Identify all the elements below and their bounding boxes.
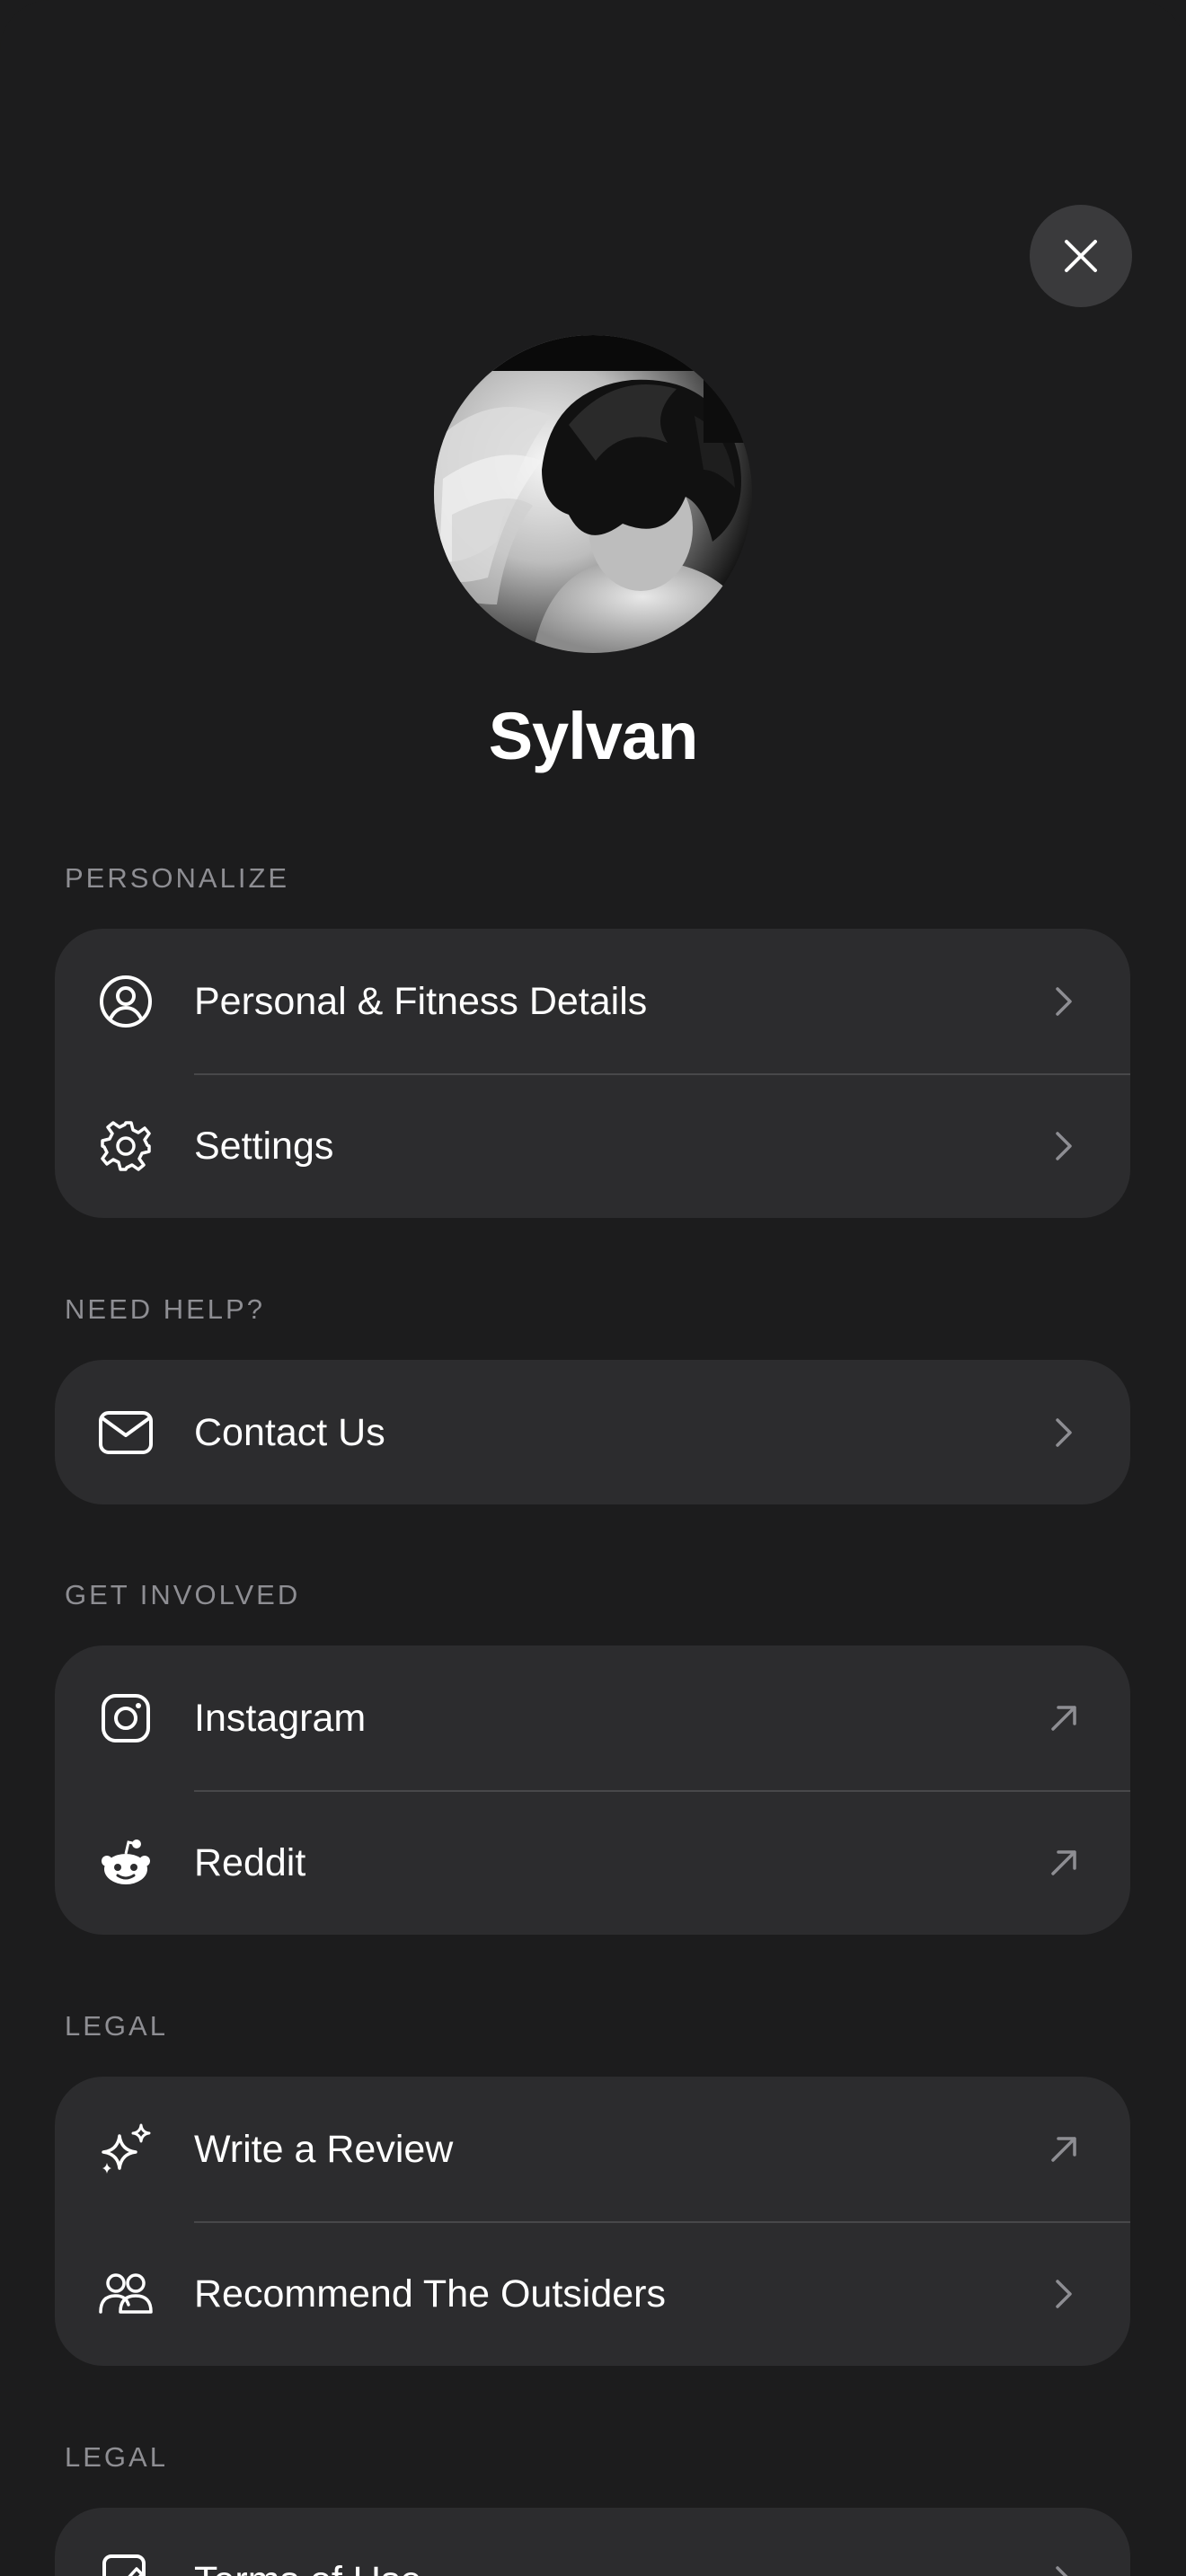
legal-card: Write a Review Recommend The Outsiders (55, 2077, 1130, 2366)
section-label-personalize: PERSONALIZE (65, 862, 290, 894)
recommend-row[interactable]: Recommend The Outsiders (55, 2221, 1130, 2366)
person-circle-icon (96, 972, 155, 1031)
row-label: Terms of Use (194, 2555, 421, 2576)
section-label-get-involved: GET INVOLVED (65, 1579, 301, 1610)
reddit-row[interactable]: Reddit (55, 1790, 1130, 1935)
external-arrow-icon (1048, 1847, 1080, 1879)
row-label: Instagram (194, 1696, 367, 1740)
external-arrow-icon (1048, 1702, 1080, 1734)
personalize-card: Personal & Fitness Details Settings (55, 929, 1130, 1218)
gear-icon (96, 1116, 155, 1176)
chevron-right-icon (1048, 2278, 1080, 2310)
chevron-right-icon (1048, 985, 1080, 1018)
avatar-image (434, 335, 752, 653)
get-involved-card: Instagram Reddit (55, 1645, 1130, 1935)
close-button[interactable] (1030, 205, 1132, 307)
chevron-right-icon (1048, 1416, 1080, 1449)
section-label-need-help: NEED HELP? (65, 1293, 265, 1325)
instagram-icon (96, 1689, 155, 1748)
write-review-row[interactable]: Write a Review (55, 2077, 1130, 2221)
row-label: Personal & Fitness Details (194, 979, 648, 1023)
people-icon (96, 2264, 155, 2324)
external-arrow-icon (1048, 2133, 1080, 2166)
envelope-icon (96, 1403, 155, 1462)
instagram-row[interactable]: Instagram (55, 1645, 1130, 1790)
contact-us-row[interactable]: Contact Us (55, 1360, 1130, 1504)
terms-of-use-row[interactable]: Terms of Use (55, 2508, 1130, 2576)
personal-fitness-details-row[interactable]: Personal & Fitness Details (55, 929, 1130, 1073)
section-label-legal-2: LEGAL (65, 2441, 168, 2473)
need-help-card: Contact Us (55, 1360, 1130, 1504)
sparkles-icon (96, 2120, 155, 2179)
row-label: Reddit (194, 1840, 306, 1884)
row-label: Recommend The Outsiders (194, 2272, 666, 2316)
row-label: Contact Us (194, 1410, 385, 1454)
chevron-right-icon (1048, 1130, 1080, 1162)
section-label-legal: LEGAL (65, 2010, 168, 2042)
row-label: Write a Review (194, 2127, 454, 2171)
close-icon (1065, 240, 1097, 272)
row-label: Settings (194, 1124, 334, 1168)
chevron-right-icon (1048, 2564, 1080, 2576)
legal-card-2: Terms of Use (55, 2508, 1130, 2576)
settings-row[interactable]: Settings (55, 1073, 1130, 1218)
document-pen-icon (96, 2551, 155, 2576)
reddit-icon (96, 1833, 155, 1892)
avatar[interactable] (434, 335, 752, 653)
profile-sheet: Sylvan PERSONALIZE Personal & Fitness De… (0, 0, 1186, 2576)
profile-name: Sylvan (488, 699, 699, 773)
